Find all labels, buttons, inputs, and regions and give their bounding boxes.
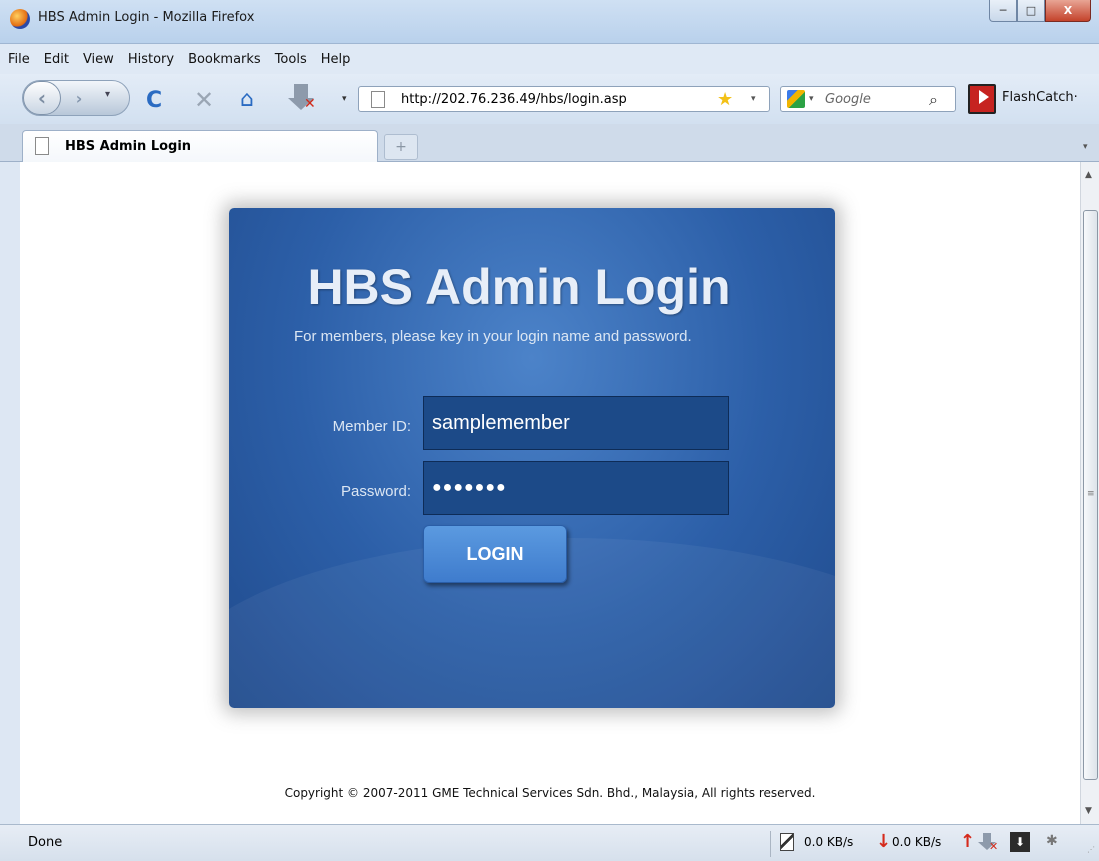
menu-view[interactable]: View bbox=[83, 52, 114, 67]
tab-label: HBS Admin Login bbox=[65, 139, 192, 154]
url-bar[interactable]: http://202.76.236.49/hbs/login.asp ★ ▾ bbox=[358, 86, 770, 112]
login-instructions: For members, please key in your login na… bbox=[294, 328, 692, 345]
reload-icon[interactable]: C bbox=[146, 88, 162, 113]
scroll-up-icon[interactable]: ▲ bbox=[1085, 170, 1092, 180]
password-input[interactable]: ●●●●●●● bbox=[423, 461, 729, 515]
arrow-up-icon: ↑ bbox=[960, 831, 976, 852]
window-controls: ─ □ X bbox=[989, 0, 1091, 22]
star-icon[interactable]: ★ bbox=[717, 89, 733, 110]
bandwidth-gauge-icon[interactable] bbox=[780, 833, 794, 851]
grip-icon: ≡ bbox=[1087, 489, 1095, 499]
flashcatch-icon[interactable] bbox=[968, 84, 996, 114]
search-icon[interactable]: ⌕ bbox=[929, 90, 938, 110]
tab-bar: HBS Admin Login + ▾ bbox=[0, 124, 1099, 163]
menu-tools[interactable]: Tools bbox=[275, 52, 307, 67]
menu-bar: File Edit View History Bookmarks Tools H… bbox=[0, 44, 1099, 74]
page-icon bbox=[371, 91, 385, 108]
search-bar[interactable]: ▾ Google ⌕ bbox=[780, 86, 956, 112]
scroll-thumb[interactable]: ≡ bbox=[1083, 210, 1098, 780]
upload-speed: 0.0 KB/s bbox=[892, 835, 942, 849]
close-button[interactable]: X bbox=[1045, 0, 1091, 22]
scroll-down-icon[interactable]: ▼ bbox=[1085, 806, 1092, 816]
login-button[interactable]: LOGIN bbox=[423, 525, 567, 583]
member-id-input[interactable]: samplemember bbox=[423, 396, 729, 450]
navigation-toolbar: ‹ › ▾ C ✕ ⌂ ✕ ▾ http://202.76.236.49/hbs… bbox=[0, 74, 1099, 124]
search-input[interactable]: Google bbox=[825, 92, 871, 107]
addon-icon[interactable]: ✱ bbox=[1046, 833, 1058, 849]
status-text: Done bbox=[28, 835, 63, 850]
menu-history[interactable]: History bbox=[128, 52, 174, 67]
flashcatch-button[interactable]: FlashCatch· bbox=[1002, 90, 1078, 105]
login-panel: HBS Admin Login For members, please key … bbox=[229, 208, 835, 708]
member-id-label: Member ID: bbox=[332, 418, 411, 435]
copyright-notice: Copyright © 2007-2011 GME Technical Serv… bbox=[284, 786, 816, 800]
back-button[interactable]: ‹ bbox=[23, 81, 61, 115]
menu-bookmarks[interactable]: Bookmarks bbox=[188, 52, 261, 67]
download-icon[interactable]: ✕ bbox=[288, 84, 316, 114]
maximize-button[interactable]: □ bbox=[1017, 0, 1045, 22]
menu-edit[interactable]: Edit bbox=[44, 52, 69, 67]
download-speed: 0.0 KB/s bbox=[804, 835, 854, 849]
url-input[interactable]: http://202.76.236.49/hbs/login.asp bbox=[401, 92, 627, 107]
page-content: HBS Admin Login For members, please key … bbox=[20, 162, 1080, 824]
menu-file[interactable]: File bbox=[8, 52, 30, 67]
tab-hbs-admin-login[interactable]: HBS Admin Login bbox=[22, 130, 378, 163]
home-icon[interactable]: ⌂ bbox=[240, 87, 254, 112]
resize-grip-icon[interactable]: ⋰ bbox=[1087, 845, 1095, 854]
forward-button[interactable]: › bbox=[65, 86, 93, 110]
firefox-icon bbox=[10, 9, 30, 29]
search-engine-icon[interactable] bbox=[787, 90, 805, 108]
status-divider bbox=[770, 831, 771, 857]
new-tab-button[interactable]: + bbox=[384, 134, 418, 160]
back-forward-group: ‹ › ▾ bbox=[22, 80, 130, 116]
download-status-icon[interactable]: ✕ bbox=[978, 833, 998, 853]
tab-list-icon[interactable]: ▾ bbox=[1083, 134, 1097, 160]
status-bar: Done 0.0 KB/s ↓ 0.0 KB/s ↑ ✕ ⬇ ✱ ⋰ bbox=[0, 824, 1099, 861]
minimize-button[interactable]: ─ bbox=[989, 0, 1017, 22]
menu-help[interactable]: Help bbox=[321, 52, 351, 67]
page-icon bbox=[35, 137, 49, 155]
vertical-scrollbar[interactable]: ▲ ≡ ▼ bbox=[1080, 162, 1099, 824]
password-label: Password: bbox=[340, 483, 411, 500]
search-engine-dropdown-icon[interactable]: ▾ bbox=[809, 94, 814, 104]
download-dropdown-icon[interactable]: ▾ bbox=[342, 94, 347, 104]
download-manager-icon[interactable]: ⬇ bbox=[1010, 832, 1030, 852]
history-dropdown-icon[interactable]: ▾ bbox=[105, 89, 110, 100]
arrow-down-icon: ↓ bbox=[876, 831, 892, 852]
stop-icon[interactable]: ✕ bbox=[194, 86, 214, 114]
window-titlebar: HBS Admin Login - Mozilla Firefox ─ □ X bbox=[0, 0, 1099, 44]
url-dropdown-icon[interactable]: ▾ bbox=[751, 94, 756, 104]
page-title: HBS Admin Login bbox=[307, 259, 731, 315]
window-title: HBS Admin Login - Mozilla Firefox bbox=[38, 10, 255, 25]
